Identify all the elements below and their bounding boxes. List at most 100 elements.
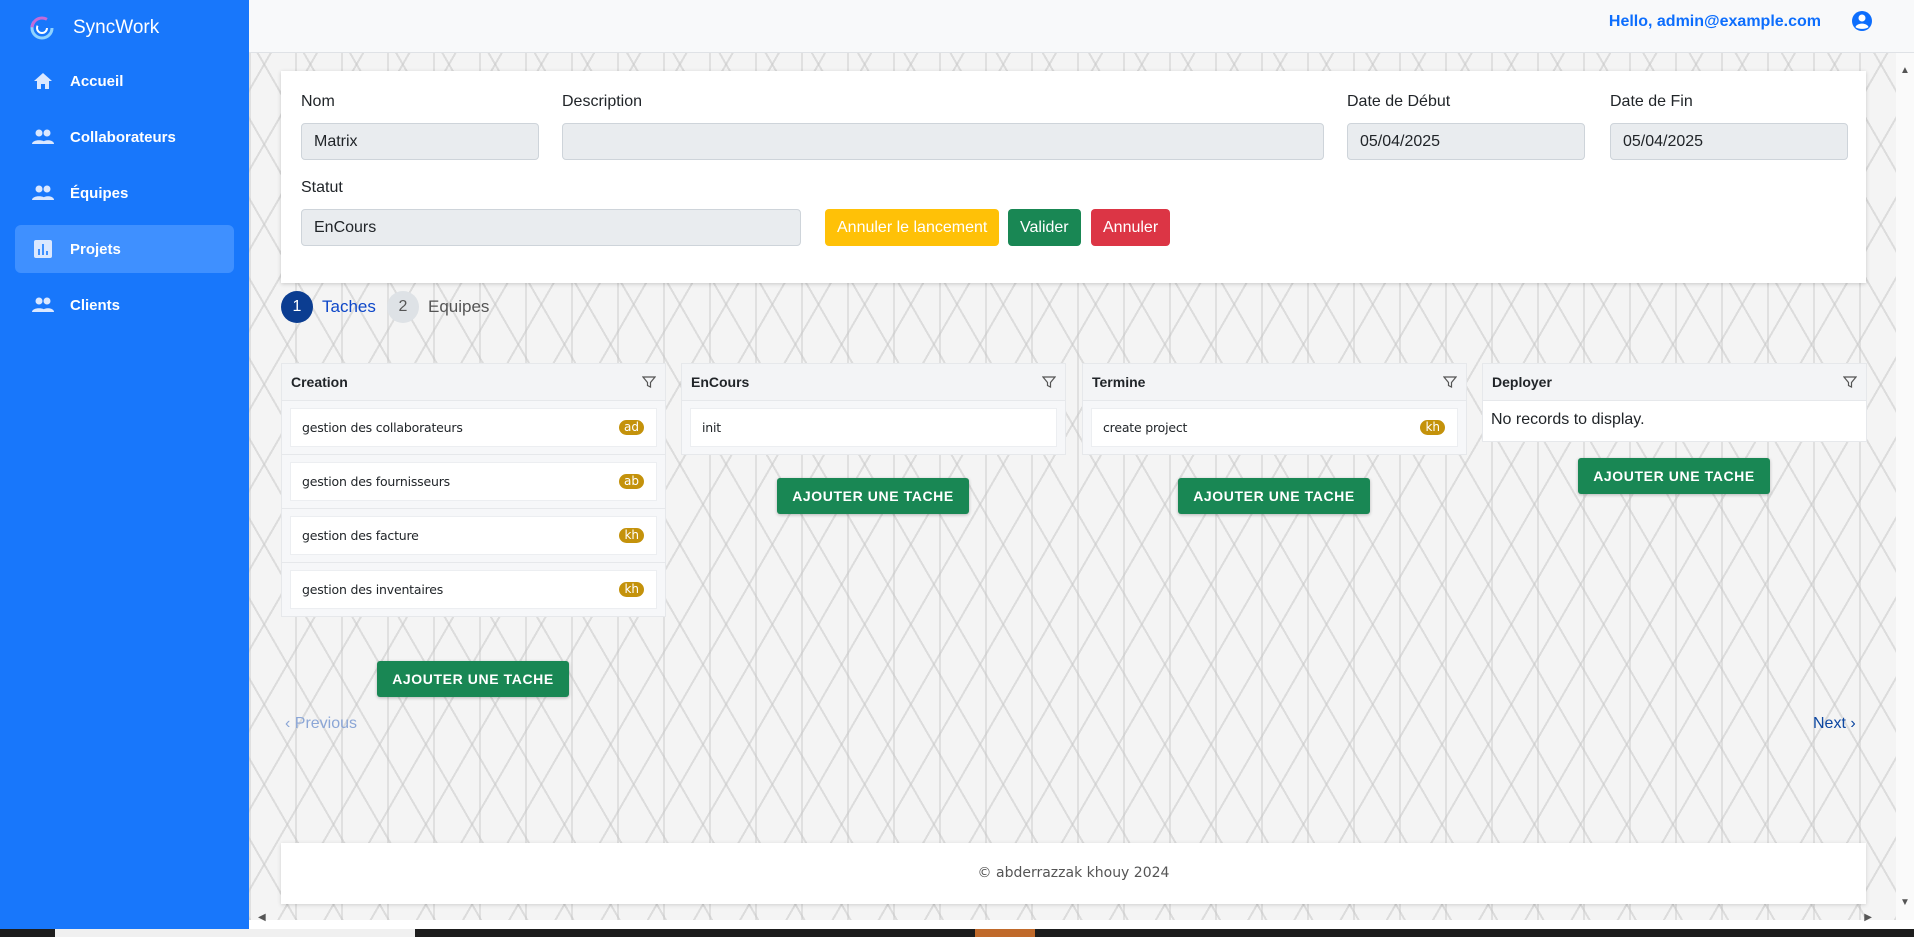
sidebar-item-equipes[interactable]: Équipes xyxy=(15,169,234,217)
sidebar-item-clients[interactable]: Clients xyxy=(15,281,234,329)
taskbar-segment xyxy=(55,929,415,937)
column-header: Deployer xyxy=(1482,363,1867,401)
taskbar xyxy=(0,929,1914,937)
chevron-right-icon: › xyxy=(1845,715,1856,732)
filter-icon[interactable] xyxy=(1041,375,1057,389)
assignee-badge: kh xyxy=(619,582,644,597)
syncwork-logo-icon xyxy=(27,13,57,43)
task-title: gestion des facture xyxy=(302,528,419,543)
people-icon xyxy=(31,125,55,149)
step-equipes[interactable]: 2 Equipes xyxy=(387,291,489,323)
nom-label: Nom xyxy=(301,93,335,110)
column-body: create project kh xyxy=(1082,401,1467,455)
add-task-button-deployer[interactable]: AJOUTER UNE TACHE xyxy=(1578,458,1770,494)
sidebar-item-label: Clients xyxy=(70,296,121,314)
assignee-badge: ab xyxy=(619,474,644,489)
date-fin-input[interactable] xyxy=(1610,123,1848,160)
assignee-badge: kh xyxy=(1420,420,1445,435)
empty-message: No records to display. xyxy=(1482,401,1867,442)
column-body: init xyxy=(681,401,1066,455)
sidebar-nav: Accueil Collaborateurs Équipes Projets C… xyxy=(0,57,249,329)
step-taches[interactable]: 1 Taches xyxy=(281,291,376,323)
chart-icon xyxy=(31,237,55,261)
step-number: 2 xyxy=(387,291,419,323)
task-card[interactable]: create project kh xyxy=(1091,408,1458,447)
valider-button[interactable]: Valider xyxy=(1008,209,1081,246)
next-button[interactable]: Next › xyxy=(1813,715,1856,733)
step-label: Taches xyxy=(322,297,376,316)
previous-label: Previous xyxy=(294,715,358,732)
task-card[interactable]: init xyxy=(690,408,1057,447)
kanban-column-deployer: Deployer No records to display. xyxy=(1482,363,1867,442)
kanban-column-creation: Creation gestion des collaborateurs ad ge… xyxy=(281,363,666,617)
column-title: Creation xyxy=(291,374,348,390)
date-fin-label: Date de Fin xyxy=(1610,93,1693,110)
sidebar-item-projets[interactable]: Projets xyxy=(15,225,234,273)
statut-input[interactable] xyxy=(301,209,801,246)
column-title: Deployer xyxy=(1492,374,1552,390)
top-header: Hello, admin@example.com xyxy=(249,0,1914,53)
task-title: gestion des collaborateurs xyxy=(302,420,463,435)
sidebar-item-label: Collaborateurs xyxy=(70,128,176,146)
statut-label: Statut xyxy=(301,179,343,196)
task-card[interactable]: gestion des facture kh xyxy=(290,516,657,555)
filter-icon[interactable] xyxy=(1442,375,1458,389)
sidebar: SyncWork Accueil Collaborateurs Équipes … xyxy=(0,0,249,937)
task-title: init xyxy=(702,420,721,435)
project-form: Nom Description Date de Début Date de Fi… xyxy=(281,71,1866,283)
vertical-scrollbar[interactable]: ▲ ▼ xyxy=(1896,53,1914,920)
footer: © abderrazzak khouy 2024 xyxy=(281,843,1866,904)
column-header: Termine xyxy=(1082,363,1467,401)
add-task-button-creation[interactable]: AJOUTER UNE TACHE xyxy=(377,661,569,697)
annuler-lancement-button[interactable]: Annuler le lancement xyxy=(825,209,1000,246)
horizontal-scrollbar[interactable]: ◀ ▶ xyxy=(249,910,1896,928)
task-card[interactable]: gestion des inventaires kh xyxy=(290,570,657,609)
next-label: Next xyxy=(1813,715,1846,732)
task-title: gestion des inventaires xyxy=(302,582,444,597)
column-title: Termine xyxy=(1092,374,1146,390)
assignee-badge: kh xyxy=(619,528,644,543)
people-icon xyxy=(31,293,55,317)
brand[interactable]: SyncWork xyxy=(0,0,249,55)
filter-icon[interactable] xyxy=(1842,375,1858,389)
task-card[interactable]: gestion des collaborateurs ad xyxy=(290,408,657,447)
description-input[interactable] xyxy=(562,123,1324,160)
sidebar-item-label: Projets xyxy=(70,240,121,258)
scroll-right-icon[interactable]: ▶ xyxy=(1864,912,1872,923)
date-debut-label: Date de Début xyxy=(1347,93,1451,110)
scroll-up-icon[interactable]: ▲ xyxy=(1900,65,1910,76)
column-header: Creation xyxy=(281,363,666,401)
footer-text: © abderrazzak khouy 2024 xyxy=(977,865,1170,881)
step-label: Equipes xyxy=(428,297,490,316)
nom-input[interactable] xyxy=(301,123,539,160)
taskbar-segment xyxy=(975,929,1035,937)
scroll-left-icon[interactable]: ◀ xyxy=(258,912,266,923)
task-title: create project xyxy=(1103,420,1188,435)
home-icon xyxy=(31,69,55,93)
task-card[interactable]: gestion des fournisseurs ab xyxy=(290,462,657,501)
kanban-column-termine: Termine create project kh xyxy=(1082,363,1467,455)
app-name: SyncWork xyxy=(73,16,160,38)
add-task-button-termine[interactable]: AJOUTER UNE TACHE xyxy=(1178,478,1370,514)
user-circle-icon[interactable] xyxy=(1851,10,1873,32)
scroll-down-icon[interactable]: ▼ xyxy=(1900,897,1910,908)
date-debut-input[interactable] xyxy=(1347,123,1585,160)
people-icon xyxy=(31,181,55,205)
column-title: EnCours xyxy=(691,374,750,390)
sidebar-item-label: Accueil xyxy=(70,72,124,90)
description-label: Description xyxy=(562,93,643,110)
chevron-left-icon: ‹ xyxy=(285,715,295,732)
step-number: 1 xyxy=(281,291,313,323)
sidebar-item-accueil[interactable]: Accueil xyxy=(15,57,234,105)
column-header: EnCours xyxy=(681,363,1066,401)
column-body: gestion des collaborateurs ad gestion des… xyxy=(281,401,666,617)
kanban-column-encours: EnCours init xyxy=(681,363,1066,455)
annuler-button[interactable]: Annuler xyxy=(1091,209,1171,246)
sidebar-item-label: Équipes xyxy=(70,184,129,202)
task-title: gestion des fournisseurs xyxy=(302,474,450,489)
greeting-link[interactable]: Hello, admin@example.com xyxy=(1609,13,1821,31)
add-task-button-encours[interactable]: AJOUTER UNE TACHE xyxy=(777,478,969,514)
sidebar-item-collaborateurs[interactable]: Collaborateurs xyxy=(15,113,234,161)
filter-icon[interactable] xyxy=(641,375,657,389)
previous-button[interactable]: ‹ Previous xyxy=(285,715,357,733)
